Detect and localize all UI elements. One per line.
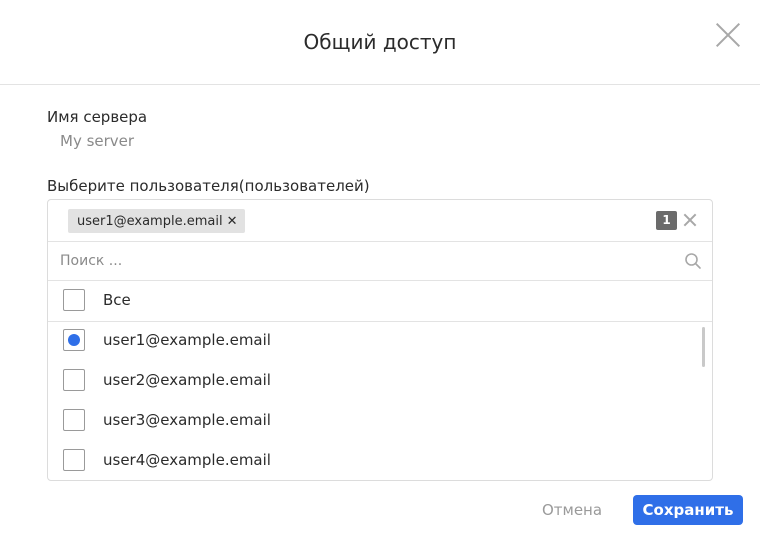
users-list[interactable]: user1@example.email user2@example.email …: [48, 321, 712, 480]
user-email: user1@example.email: [103, 331, 271, 349]
list-item[interactable]: user4@example.email: [48, 441, 712, 480]
select-all-label: Все: [103, 291, 131, 309]
server-name-label: Имя сервера: [47, 108, 148, 126]
close-icon[interactable]: [712, 20, 742, 50]
user-email: user2@example.email: [103, 371, 271, 389]
search-row: [48, 241, 712, 281]
user-email: user3@example.email: [103, 411, 271, 429]
user-email: user4@example.email: [103, 451, 271, 469]
selected-user-tag: user1@example.email ✕: [68, 209, 246, 233]
list-item[interactable]: user2@example.email: [48, 361, 712, 401]
tag-remove-icon[interactable]: ✕: [227, 214, 238, 229]
user-checkbox[interactable]: [63, 369, 85, 391]
dialog-title: Общий доступ: [303, 30, 457, 54]
select-all-checkbox[interactable]: [63, 289, 85, 311]
save-button[interactable]: Сохранить: [633, 495, 743, 525]
checked-dot: [68, 334, 80, 346]
search-icon: [685, 253, 701, 269]
list-item[interactable]: user1@example.email: [48, 321, 712, 361]
cancel-button[interactable]: Отмена: [528, 495, 616, 525]
server-name-value: My server: [60, 132, 135, 150]
list-item[interactable]: user3@example.email: [48, 401, 712, 441]
share-dialog: Общий доступ Имя сервера My server Выбер…: [0, 0, 760, 536]
user-checkbox[interactable]: [63, 409, 85, 431]
selected-user-tag-label: user1@example.email: [77, 213, 223, 229]
dialog-header: Общий доступ: [0, 0, 760, 85]
select-all-option[interactable]: Все: [48, 281, 712, 322]
list-scrollbar[interactable]: [702, 327, 705, 367]
user-checkbox[interactable]: [63, 329, 85, 351]
search-input[interactable]: [60, 241, 660, 280]
selected-tags-row[interactable]: user1@example.email ✕ 1: [48, 200, 712, 242]
selected-count-badge: 1: [656, 211, 677, 230]
clear-icon[interactable]: [683, 213, 697, 227]
users-select-label: Выберите пользователя(пользователей): [47, 177, 370, 195]
users-multiselect[interactable]: user1@example.email ✕ 1 Все user1@exampl…: [47, 199, 713, 481]
user-checkbox[interactable]: [63, 449, 85, 471]
